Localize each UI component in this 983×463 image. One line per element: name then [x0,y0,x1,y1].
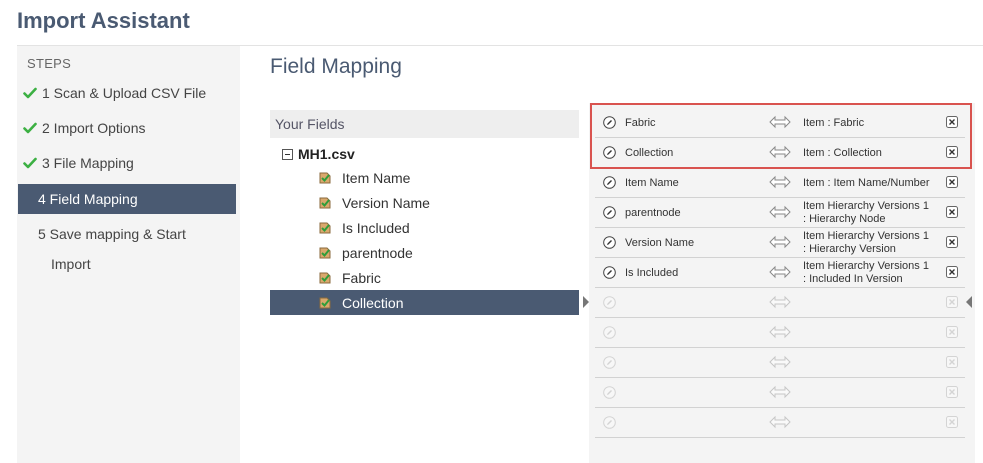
remove-mapping-icon[interactable] [946,206,958,218]
checkmark-icon [23,122,37,134]
bidirectional-arrow-icon [769,415,791,429]
remove-mapping-icon [946,386,958,398]
empty-mapping-row[interactable] [595,408,965,438]
field-label: Item Name [342,169,411,186]
your-fields-panel: Your Fields MH1.csv Item Name Version Na… [270,110,579,315]
mapping-source: parentnode [625,207,681,219]
drop-pointer-right-icon [966,296,972,308]
mapping-row[interactable]: Item Name Item : Item Name/Number [595,168,965,198]
bidirectional-arrow-icon [769,385,791,399]
csv-file-name: MH1.csv [298,146,355,162]
edit-pencil-icon [603,386,616,399]
field-item[interactable]: Fabric [270,265,579,290]
field-mapped-icon [319,222,331,233]
field-item-selected[interactable]: Collection [270,290,579,315]
your-fields-header: Your Fields [270,110,579,138]
bidirectional-arrow-icon [769,235,791,249]
page-title: Field Mapping [270,55,402,78]
empty-mapping-row[interactable] [595,348,965,378]
remove-mapping-icon [946,326,958,338]
empty-mapping-row[interactable] [595,288,965,318]
edit-pencil-icon [603,326,616,339]
edit-pencil-icon[interactable] [603,266,616,279]
field-mapped-icon [319,297,331,308]
edit-pencil-icon[interactable] [603,176,616,189]
bidirectional-arrow-icon [769,325,791,339]
checkmark-icon [23,157,37,169]
mapping-source: Is Included [625,267,679,279]
field-label: Is Included [342,219,410,236]
bidirectional-arrow-icon [769,205,791,219]
step-label: 4 Field Mapping [38,191,138,207]
field-item[interactable]: Is Included [270,215,579,240]
step-save-mapping[interactable]: 5 Save mapping & Start Import [38,219,186,279]
remove-mapping-icon [946,416,958,428]
checkmark-icon [23,87,37,99]
bidirectional-arrow-icon [769,295,791,309]
step-label: 2 Import Options [42,120,146,136]
field-label: Version Name [342,194,430,211]
mapping-target: Item : Item Name/Number [803,176,930,189]
app-title: Import Assistant [17,8,190,33]
collapse-icon[interactable] [282,148,293,160]
edit-pencil-icon[interactable] [603,206,616,219]
step-scan-upload[interactable]: 1 Scan & Upload CSV File [18,78,236,108]
step-label: 3 File Mapping [42,155,134,171]
field-label: parentnode [342,244,413,261]
mapping-target: Item Hierarchy Versions 1: Hierarchy Ver… [803,230,929,255]
remove-mapping-icon [946,356,958,368]
csv-root-node[interactable]: MH1.csv [282,144,355,164]
field-mapped-icon [319,197,331,208]
step-import-options[interactable]: 2 Import Options [18,113,236,143]
mapping-row[interactable]: parentnode Item Hierarchy Versions 1: Hi… [595,198,965,228]
bidirectional-arrow-icon [769,175,791,189]
edit-pencil-icon [603,416,616,429]
bidirectional-arrow-icon [769,355,791,369]
mapping-source: Item Name [625,177,679,189]
edit-pencil-icon [603,356,616,369]
empty-mapping-row[interactable] [595,378,965,408]
field-mapped-icon [319,172,331,183]
remove-mapping-icon[interactable] [946,266,958,278]
field-item[interactable]: Item Name [270,165,579,190]
step-label-line2: Import [51,256,91,272]
field-mapped-icon [319,272,331,283]
step-label-line1: 5 Save mapping & Start [38,226,186,242]
step-field-mapping[interactable]: 4 Field Mapping [18,184,236,214]
highlight-annotation-box [590,103,972,169]
remove-mapping-icon [946,296,958,308]
bidirectional-arrow-icon [769,265,791,279]
step-file-mapping[interactable]: 3 File Mapping [18,148,236,178]
mapping-target: Item Hierarchy Versions 1: Included In V… [803,260,929,285]
remove-mapping-icon[interactable] [946,176,958,188]
steps-sidebar: STEPS 1 Scan & Upload CSV File 2 Import … [17,46,240,463]
mapping-row[interactable]: Version Name Item Hierarchy Versions 1: … [595,228,965,258]
field-item[interactable]: parentnode [270,240,579,265]
edit-pencil-icon[interactable] [603,236,616,249]
field-label: Fabric [342,269,381,286]
step-label: 1 Scan & Upload CSV File [42,85,207,101]
mapping-target: Item Hierarchy Versions 1: Hierarchy Nod… [803,200,929,225]
field-item[interactable]: Version Name [270,190,579,215]
remove-mapping-icon[interactable] [946,236,958,248]
empty-mapping-row[interactable] [595,318,965,348]
edit-pencil-icon [603,296,616,309]
mapping-source: Version Name [625,237,695,249]
steps-title: STEPS [27,56,72,71]
mapping-row[interactable]: Is Included Item Hierarchy Versions 1: I… [595,258,965,288]
field-mapped-icon [319,247,331,258]
field-label: Collection [342,294,404,311]
